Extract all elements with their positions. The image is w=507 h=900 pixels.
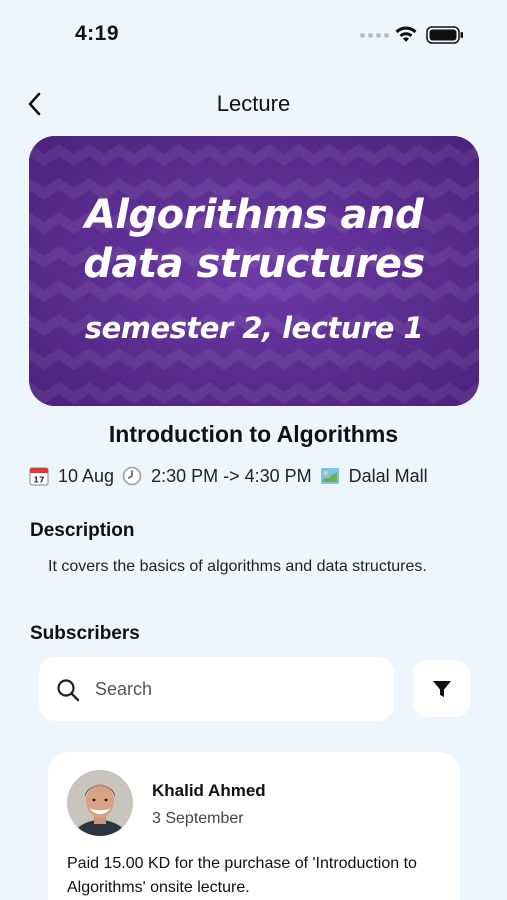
page-title: Lecture (216, 91, 291, 116)
calendar-icon: 17 (29, 467, 49, 486)
lecture-location: Dalal Mall (348, 465, 428, 486)
subscriber-date: 3 September (152, 810, 244, 827)
subscriber-card[interactable]: Khalid Ahmed 3 September Paid 15.00 KD f… (48, 752, 460, 900)
subscribers-label: Subscribers (30, 623, 140, 644)
banner-title-line-2: data structures (83, 241, 425, 287)
lecture-title: Introduction to Algorithms (108, 421, 399, 447)
filter-button[interactable] (413, 660, 470, 717)
description-text: It covers the basics of algorithms and d… (48, 558, 427, 575)
cellular-signal-icon (360, 33, 389, 38)
map-icon (320, 468, 339, 484)
wifi-icon (395, 26, 417, 42)
clock-icon (122, 466, 142, 486)
battery-icon (426, 26, 463, 44)
subscriber-name: Khalid Ahmed (152, 781, 266, 800)
lecture-time: 2:30 PM -> 4:30 PM (151, 465, 312, 486)
lecture-date: 10 Aug (58, 465, 115, 486)
banner-subtitle: semester 2, lecture 1 (84, 311, 424, 345)
status-icons (360, 24, 470, 46)
description-label: Description (30, 520, 135, 541)
status-time: 4:19 (75, 22, 120, 45)
nav-bar: Lecture (0, 82, 507, 126)
search-icon (57, 679, 80, 702)
search-input[interactable] (95, 671, 385, 707)
lecture-meta: 17 10 Aug 2:30 PM -> 4:30 PM Dalal Mall (29, 463, 428, 489)
avatar (67, 770, 133, 836)
svg-text:17: 17 (33, 476, 44, 485)
subscriber-message: Paid 15.00 KD for the purchase of 'Intro… (67, 855, 417, 896)
status-bar: 4:19 (0, 0, 507, 70)
search-box (39, 657, 394, 721)
filter-icon (432, 680, 451, 697)
lecture-banner: Algorithms and data structures semester … (29, 136, 479, 406)
banner-title-line-1: Algorithms and (84, 192, 424, 238)
